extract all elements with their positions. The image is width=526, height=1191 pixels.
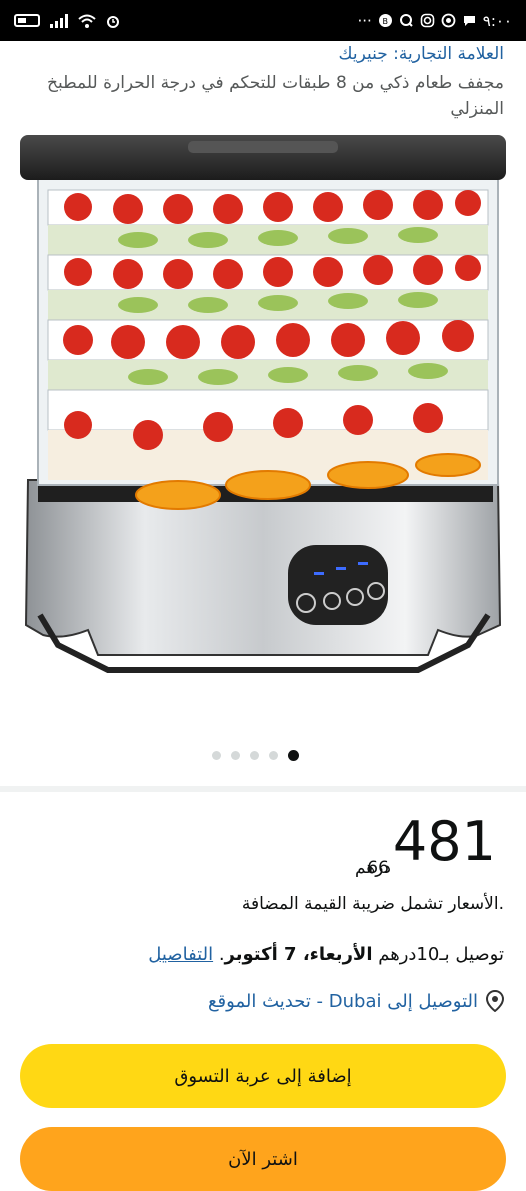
instagram-icon — [420, 13, 435, 28]
delivery-prefix: توصيل بـ10درهم — [378, 944, 504, 965]
status-right: ··· B ٩:٠٠ — [357, 12, 512, 30]
price-currency: درهم — [354, 858, 391, 878]
brand-link[interactable]: العلامة التجارية: جنيريك — [339, 44, 504, 64]
carousel-dot[interactable] — [212, 751, 221, 760]
delivery-details-link[interactable]: التفاصيل — [148, 944, 213, 965]
product-image[interactable] — [18, 135, 508, 695]
alarm-icon — [107, 15, 119, 28]
chat-icon — [463, 16, 475, 26]
buy-now-button[interactable]: اشتر الآن — [20, 1127, 506, 1191]
delivery-date: الأربعاء، 7 أكتوبر — [224, 944, 373, 965]
price-whole: 481 — [392, 810, 496, 873]
carousel-dot[interactable] — [269, 751, 278, 760]
whatsapp-icon — [441, 13, 456, 28]
whatsapp-business-icon: B — [378, 14, 392, 27]
more-icon: ··· — [357, 11, 372, 30]
wifi-icon — [78, 14, 96, 28]
product-title: مجفف طعام ذكي من 8 طبقات للتحكم في درجة … — [46, 73, 504, 119]
battery-icon — [14, 14, 40, 27]
carousel-dot[interactable] — [250, 751, 259, 760]
q-app-icon — [399, 14, 413, 27]
image-carousel-dots — [212, 750, 299, 761]
delivery-location[interactable]: التوصيل إلى Dubai - تحديث الموقع — [208, 990, 504, 1012]
status-time: ٩:٠٠ — [482, 11, 512, 30]
status-left — [14, 13, 120, 28]
status-bar: ··· B ٩:٠٠ — [0, 0, 526, 41]
vat-note: .الأسعار تشمل ضريبة القيمة المضافة — [241, 894, 504, 914]
carousel-dot-active[interactable] — [288, 750, 299, 761]
section-divider — [0, 786, 526, 792]
carousel-dot[interactable] — [231, 751, 240, 760]
location-pin-icon — [486, 990, 504, 1012]
delivery-location-text: التوصيل إلى Dubai - تحديث الموقع — [207, 990, 478, 1012]
signal-icon — [50, 13, 68, 28]
delivery-info: توصيل بـ10درهم الأربعاء، 7 أكتوبر. التفا… — [148, 944, 504, 965]
svg-text:B: B — [382, 17, 388, 26]
add-to-cart-button[interactable]: إضافة إلى عربة التسوق — [20, 1044, 506, 1108]
